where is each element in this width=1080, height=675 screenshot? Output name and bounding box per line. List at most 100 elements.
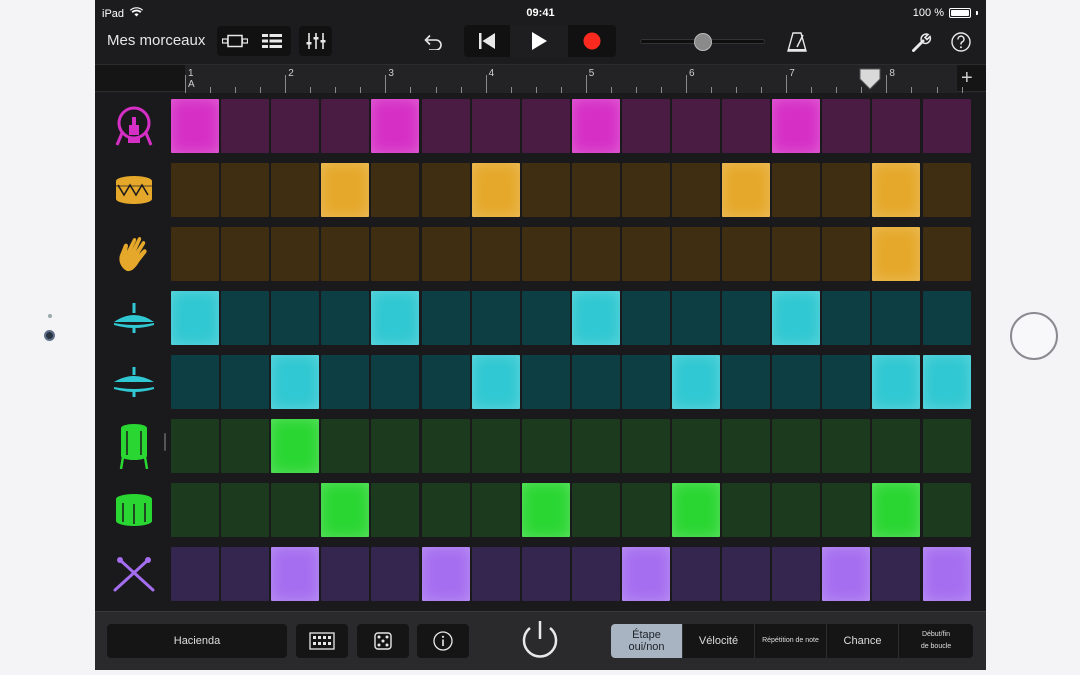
step-pad-off[interactable] bbox=[221, 355, 270, 409]
tom-icon[interactable] bbox=[109, 487, 159, 533]
step-pad-off[interactable] bbox=[872, 99, 921, 153]
settings-wrench-icon[interactable] bbox=[909, 28, 935, 56]
step-pad-on[interactable] bbox=[171, 291, 219, 345]
play-icon[interactable] bbox=[510, 25, 568, 57]
step-pad-on[interactable] bbox=[421, 547, 470, 601]
step-pad-off[interactable] bbox=[471, 547, 520, 601]
step-pad-off[interactable] bbox=[772, 547, 821, 601]
step-pad-on[interactable] bbox=[571, 291, 620, 345]
step-pad-off[interactable] bbox=[321, 227, 370, 281]
help-icon[interactable] bbox=[948, 28, 974, 56]
step-pad-off[interactable] bbox=[822, 99, 871, 153]
step-pad-off[interactable] bbox=[371, 547, 420, 601]
record-icon[interactable] bbox=[568, 25, 616, 57]
step-pad-off[interactable] bbox=[271, 483, 320, 537]
step-pad-off[interactable] bbox=[221, 483, 270, 537]
step-pad-off[interactable] bbox=[822, 291, 871, 345]
step-pad-off[interactable] bbox=[521, 99, 570, 153]
step-pad-off[interactable] bbox=[271, 163, 320, 217]
step-pad-off[interactable] bbox=[772, 355, 821, 409]
step-pad-off[interactable] bbox=[471, 291, 520, 345]
step-pad-off[interactable] bbox=[271, 99, 320, 153]
hand-clap-icon[interactable] bbox=[109, 231, 159, 277]
info-icon[interactable] bbox=[417, 624, 469, 658]
step-pad-off[interactable] bbox=[621, 355, 670, 409]
step-pad-off[interactable] bbox=[321, 291, 370, 345]
add-section-icon[interactable]: + bbox=[961, 67, 973, 89]
step-pad-off[interactable] bbox=[371, 483, 420, 537]
open-hi-hat-icon[interactable] bbox=[109, 359, 159, 405]
step-pad-off[interactable] bbox=[371, 355, 420, 409]
step-pad-off[interactable] bbox=[872, 291, 921, 345]
step-pad-off[interactable] bbox=[371, 163, 420, 217]
step-pad-off[interactable] bbox=[621, 99, 670, 153]
step-pad-off[interactable] bbox=[621, 419, 670, 473]
step-pad-off[interactable] bbox=[672, 291, 720, 345]
step-pad-on[interactable] bbox=[872, 483, 921, 537]
tracks-view-icon[interactable] bbox=[253, 26, 291, 56]
step-pad-off[interactable] bbox=[171, 163, 219, 217]
floor-tom-icon[interactable] bbox=[109, 423, 159, 469]
step-pad-off[interactable] bbox=[371, 227, 420, 281]
step-pad-on[interactable] bbox=[621, 547, 670, 601]
step-pad-on[interactable] bbox=[672, 483, 720, 537]
step-pad-off[interactable] bbox=[822, 483, 871, 537]
step-pad-on[interactable] bbox=[371, 99, 420, 153]
step-pad-on[interactable] bbox=[371, 291, 420, 345]
step-pad-off[interactable] bbox=[421, 483, 470, 537]
step-pad-off[interactable] bbox=[872, 419, 921, 473]
step-pad-off[interactable] bbox=[571, 547, 620, 601]
step-pad-off[interactable] bbox=[722, 547, 771, 601]
step-pad-on[interactable] bbox=[271, 419, 320, 473]
step-pad-off[interactable] bbox=[621, 227, 670, 281]
step-pad-off[interactable] bbox=[872, 547, 921, 601]
rewind-icon[interactable] bbox=[464, 25, 510, 57]
view-toggle-icon[interactable] bbox=[217, 26, 253, 56]
mode-button[interactable]: Vélocité bbox=[683, 624, 755, 658]
step-pad-off[interactable] bbox=[722, 227, 771, 281]
step-pad-off[interactable] bbox=[722, 419, 771, 473]
step-pad-off[interactable] bbox=[822, 163, 871, 217]
step-pad-on[interactable] bbox=[872, 355, 921, 409]
step-pad-off[interactable] bbox=[822, 227, 871, 281]
kick-drum-icon[interactable] bbox=[109, 103, 159, 149]
step-pad-off[interactable] bbox=[321, 355, 370, 409]
step-pad-off[interactable] bbox=[221, 227, 270, 281]
step-pad-off[interactable] bbox=[221, 291, 270, 345]
step-pad-on[interactable] bbox=[321, 483, 370, 537]
mode-button[interactable]: Début/fin de boucle bbox=[899, 624, 973, 658]
step-pad-off[interactable] bbox=[471, 419, 520, 473]
mode-button[interactable]: Répétition de note bbox=[755, 624, 827, 658]
undo-icon[interactable] bbox=[417, 28, 449, 56]
step-pad-off[interactable] bbox=[571, 355, 620, 409]
step-pad-off[interactable] bbox=[421, 355, 470, 409]
step-pad-off[interactable] bbox=[621, 483, 670, 537]
step-pad-off[interactable] bbox=[722, 291, 771, 345]
step-pad-on[interactable] bbox=[571, 99, 620, 153]
step-pad-off[interactable] bbox=[221, 99, 270, 153]
step-pad-off[interactable] bbox=[421, 227, 470, 281]
step-pad-off[interactable] bbox=[421, 291, 470, 345]
step-pad-off[interactable] bbox=[571, 163, 620, 217]
step-pad-off[interactable] bbox=[922, 483, 971, 537]
step-pad-off[interactable] bbox=[221, 419, 270, 473]
step-pad-on[interactable] bbox=[471, 355, 520, 409]
step-pad-off[interactable] bbox=[521, 419, 570, 473]
step-pad-on[interactable] bbox=[271, 547, 320, 601]
step-pad-on[interactable] bbox=[922, 547, 971, 601]
step-pad-off[interactable] bbox=[221, 547, 270, 601]
step-pad-off[interactable] bbox=[271, 227, 320, 281]
step-pad-off[interactable] bbox=[772, 419, 821, 473]
step-pad-off[interactable] bbox=[171, 419, 219, 473]
step-pad-on[interactable] bbox=[822, 547, 871, 601]
step-pad-off[interactable] bbox=[521, 547, 570, 601]
step-pad-off[interactable] bbox=[672, 163, 720, 217]
mixer-button[interactable] bbox=[299, 26, 332, 56]
pattern-name-button[interactable]: Hacienda bbox=[107, 624, 287, 658]
step-pad-off[interactable] bbox=[521, 355, 570, 409]
my-songs-link[interactable]: Mes morceaux bbox=[107, 32, 205, 49]
step-pad-off[interactable] bbox=[922, 291, 971, 345]
step-pad-off[interactable] bbox=[672, 99, 720, 153]
step-pad-on[interactable] bbox=[872, 227, 921, 281]
step-pad-on[interactable] bbox=[772, 291, 821, 345]
